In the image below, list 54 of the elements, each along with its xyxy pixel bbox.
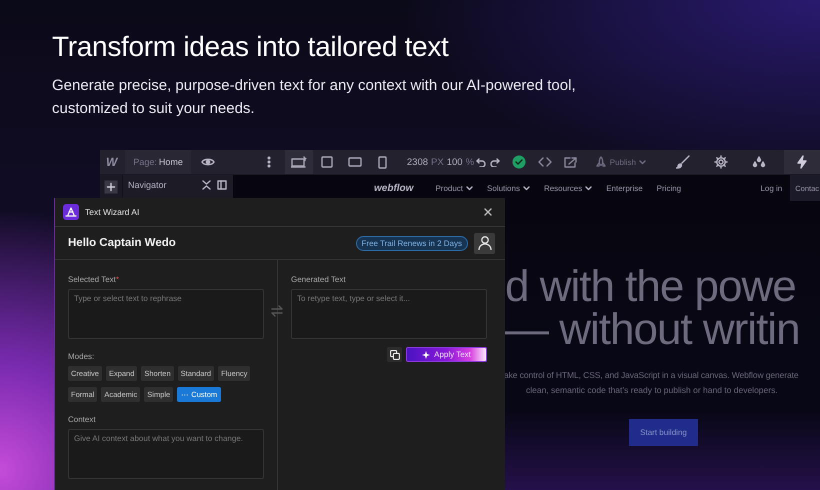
field-label: Selected Text*: [68, 275, 120, 284]
nav-link[interactable]: Product: [435, 184, 474, 192]
rocket-icon: [594, 156, 607, 168]
zoom-unit: %: [466, 156, 474, 168]
chevron-down-icon: [639, 160, 646, 164]
hero-headline: d with the powe: [505, 265, 797, 308]
generated-text-field[interactable]: To retype text, type or select it...: [291, 289, 487, 339]
check-circle-icon[interactable]: [512, 155, 526, 169]
field-label: Context: [68, 415, 97, 424]
hero-text: clean, semantic code that’s ready to publish or hand to developers.: [526, 384, 778, 397]
code-icon[interactable]: [538, 157, 552, 167]
site-logo[interactable]: webflow: [374, 182, 414, 194]
panel-title: Navigator: [128, 180, 168, 190]
drops-icon[interactable]: [752, 156, 766, 168]
field-label: Modes:: [68, 352, 96, 361]
start-building-button[interactable]: Start building: [629, 419, 698, 446]
undo-icon[interactable]: [476, 157, 486, 167]
brush-icon[interactable]: [676, 155, 690, 169]
page-name[interactable]: Home: [158, 157, 183, 167]
redo-icon[interactable]: [490, 157, 500, 167]
trial-badge: Free Trail Renews in 2 Days: [356, 236, 468, 250]
page-label: Page:: [133, 157, 157, 167]
copy-button[interactable]: [387, 347, 402, 362]
field-label: Generated Text: [291, 275, 347, 284]
close-icon[interactable]: [484, 208, 492, 216]
canvas-width: 2308: [406, 156, 428, 168]
nav-link[interactable]: Solutions: [487, 184, 530, 192]
dock-icon[interactable]: [217, 180, 227, 190]
selected-text-field[interactable]: Type or select text to rephrase: [68, 289, 264, 339]
desktop-icon[interactable]: [284, 150, 313, 174]
lightning-icon[interactable]: [784, 150, 820, 174]
width-unit: PX: [431, 156, 444, 168]
nav-link[interactable]: Resources: [544, 184, 592, 192]
login-link[interactable]: Log in: [760, 184, 782, 192]
page-heading: Transform ideas into tailored text: [52, 30, 448, 64]
eye-icon[interactable]: [200, 157, 215, 167]
zoom-level: 100: [446, 156, 463, 168]
nav-link[interactable]: Enterprise: [606, 184, 643, 192]
collapse-icon[interactable]: [202, 180, 211, 190]
sparkle-icon: [422, 350, 432, 359]
wizard-logo-icon: [63, 204, 79, 220]
page-subtitle: Generate precise, purpose-driven text for any context with our AI-powered tool, customized to suit your needs.: [52, 76, 577, 119]
nav-link[interactable]: Pricing: [656, 184, 682, 192]
export-icon[interactable]: [564, 156, 577, 168]
hero-text: ake control of HTML, CSS, and JavaScript in a visual canvas. Webflow generate: [504, 369, 799, 382]
profile-button[interactable]: [474, 232, 495, 254]
gear-icon[interactable]: [714, 155, 728, 169]
apply-text-button[interactable]: Apply Text: [406, 347, 487, 362]
greeting: Hello Captain Wedo: [68, 237, 176, 249]
add-icon[interactable]: [104, 180, 118, 194]
dialog-title: Text Wizard AI: [85, 207, 140, 217]
editor-logo[interactable]: W: [100, 155, 126, 169]
context-field[interactable]: Give AI context about what you want to change.: [68, 429, 264, 479]
more-icon[interactable]: [266, 156, 271, 168]
